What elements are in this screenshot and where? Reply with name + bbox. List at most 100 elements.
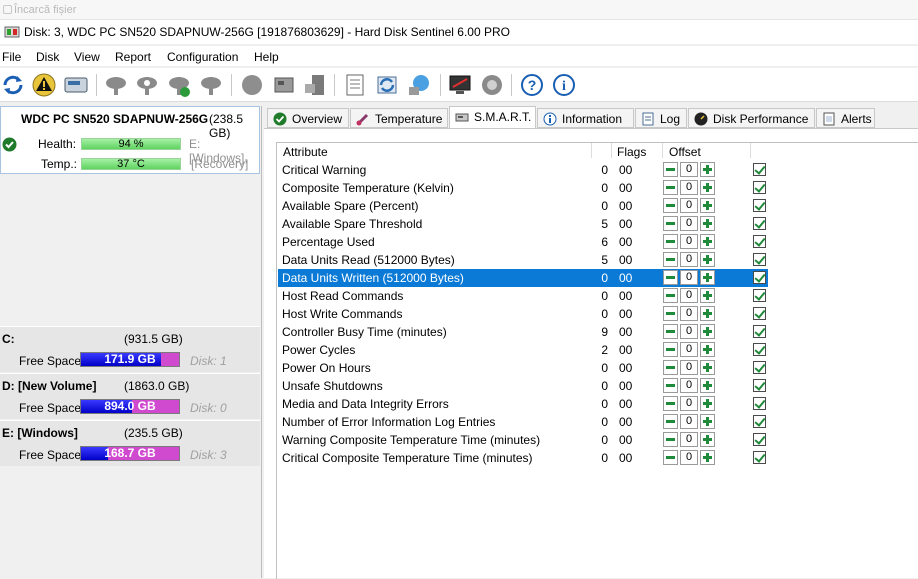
attribute-enabled-checkbox[interactable]: [753, 217, 766, 230]
tab-temperature[interactable]: Temperature: [350, 108, 448, 128]
offset-decrease-button[interactable]: [663, 216, 678, 231]
attribute-enabled-checkbox[interactable]: [753, 397, 766, 410]
disk-card[interactable]: WDC PC SN520 SDAPNUW-256G (238.5 GB) Hea…: [0, 106, 260, 174]
attribute-enabled-checkbox[interactable]: [753, 163, 766, 176]
offset-decrease-button[interactable]: [663, 306, 678, 321]
offset-increase-button[interactable]: [700, 450, 715, 465]
disk-icon[interactable]: [63, 72, 89, 98]
attribute-enabled-checkbox[interactable]: [753, 343, 766, 356]
offset-increase-button[interactable]: [700, 180, 715, 195]
send-icon[interactable]: [374, 72, 400, 98]
volume-d[interactable]: D: [New Volume] (1863.0 GB) Free Space 8…: [0, 373, 260, 419]
offset-increase-button[interactable]: [700, 324, 715, 339]
offset-decrease-button[interactable]: [663, 324, 678, 339]
refresh-icon[interactable]: [0, 72, 26, 98]
attribute-enabled-checkbox[interactable]: [753, 181, 766, 194]
attribute-enabled-checkbox[interactable]: [753, 199, 766, 212]
offset-increase-button[interactable]: [700, 216, 715, 231]
test-ok-icon[interactable]: [166, 72, 192, 98]
menu-help[interactable]: Help: [254, 50, 279, 64]
offset-increase-button[interactable]: [700, 288, 715, 303]
offset-decrease-button[interactable]: [663, 378, 678, 393]
tab-alerts[interactable]: Alerts: [816, 108, 875, 128]
offset-value[interactable]: 0: [680, 180, 698, 195]
menu-configuration[interactable]: Configuration: [167, 50, 238, 64]
offset-value[interactable]: 0: [680, 450, 698, 465]
menu-view[interactable]: View: [74, 50, 100, 64]
menu-report[interactable]: Report: [115, 50, 151, 64]
monitor-icon[interactable]: [447, 72, 473, 98]
offset-value[interactable]: 0: [680, 396, 698, 411]
menu-file[interactable]: File: [2, 50, 21, 64]
offset-value[interactable]: 0: [680, 216, 698, 231]
tab-log[interactable]: Log: [635, 108, 687, 128]
report-icon[interactable]: [342, 72, 368, 98]
tab-overview[interactable]: Overview: [267, 108, 349, 128]
offset-value[interactable]: 0: [680, 324, 698, 339]
offset-value[interactable]: 0: [680, 342, 698, 357]
offset-decrease-button[interactable]: [663, 180, 678, 195]
offset-increase-button[interactable]: [700, 360, 715, 375]
test-icon[interactable]: [198, 72, 224, 98]
offset-decrease-button[interactable]: [663, 360, 678, 375]
offset-value[interactable]: 0: [680, 288, 698, 303]
offset-increase-button[interactable]: [700, 306, 715, 321]
offset-increase-button[interactable]: [700, 198, 715, 213]
attribute-enabled-checkbox[interactable]: [753, 325, 766, 338]
offset-value[interactable]: 0: [680, 252, 698, 267]
tab-smart[interactable]: S.M.A.R.T.: [449, 106, 536, 129]
offset-value[interactable]: 0: [680, 198, 698, 213]
offset-decrease-button[interactable]: [663, 396, 678, 411]
attribute-enabled-checkbox[interactable]: [753, 379, 766, 392]
sound-icon[interactable]: [479, 72, 505, 98]
volume-e[interactable]: E: [Windows] (235.5 GB) Free Space 168.7…: [0, 420, 260, 466]
hdd-icon[interactable]: [271, 72, 297, 98]
attribute-enabled-checkbox[interactable]: [753, 433, 766, 446]
offset-decrease-button[interactable]: [663, 162, 678, 177]
offset-decrease-button[interactable]: [663, 414, 678, 429]
blob-icon[interactable]: [239, 72, 265, 98]
offset-decrease-button[interactable]: [663, 450, 678, 465]
attribute-enabled-checkbox[interactable]: [753, 451, 766, 464]
attribute-enabled-checkbox[interactable]: [753, 235, 766, 248]
offset-increase-button[interactable]: [700, 162, 715, 177]
offset-value[interactable]: 0: [680, 432, 698, 447]
network-icon[interactable]: [406, 72, 432, 98]
offset-decrease-button[interactable]: [663, 342, 678, 357]
offset-increase-button[interactable]: [700, 378, 715, 393]
pc-icon[interactable]: [302, 72, 328, 98]
attribute-enabled-checkbox[interactable]: [753, 271, 766, 284]
offset-value[interactable]: 0: [680, 234, 698, 249]
offset-value[interactable]: 0: [680, 378, 698, 393]
offset-value[interactable]: 0: [680, 414, 698, 429]
offset-decrease-button[interactable]: [663, 270, 678, 285]
offset-increase-button[interactable]: [700, 270, 715, 285]
attribute-enabled-checkbox[interactable]: [753, 361, 766, 374]
menu-disk[interactable]: Disk: [36, 50, 59, 64]
offset-increase-button[interactable]: [700, 234, 715, 249]
tab-disk-performance[interactable]: Disk Performance: [688, 108, 815, 128]
help-icon[interactable]: ?: [519, 72, 545, 98]
info-icon[interactable]: i: [551, 72, 577, 98]
offset-decrease-button[interactable]: [663, 432, 678, 447]
tab-information[interactable]: Information: [537, 108, 634, 128]
offset-increase-button[interactable]: [700, 342, 715, 357]
offset-value[interactable]: 0: [680, 306, 698, 321]
offset-decrease-button[interactable]: [663, 288, 678, 303]
offset-decrease-button[interactable]: [663, 234, 678, 249]
attribute-enabled-checkbox[interactable]: [753, 253, 766, 266]
test-icon[interactable]: [134, 72, 160, 98]
offset-increase-button[interactable]: [700, 396, 715, 411]
offset-increase-button[interactable]: [700, 432, 715, 447]
alert-icon[interactable]: [31, 72, 57, 98]
offset-value[interactable]: 0: [680, 360, 698, 375]
attribute-enabled-checkbox[interactable]: [753, 289, 766, 302]
offset-increase-button[interactable]: [700, 414, 715, 429]
test-icon[interactable]: [103, 72, 129, 98]
attribute-enabled-checkbox[interactable]: [753, 415, 766, 428]
offset-value[interactable]: 0: [680, 270, 698, 285]
attribute-enabled-checkbox[interactable]: [753, 307, 766, 320]
volume-c[interactable]: C: (931.5 GB) Free Space 171.9 GB Disk: …: [0, 326, 260, 372]
offset-decrease-button[interactable]: [663, 252, 678, 267]
offset-value[interactable]: 0: [680, 162, 698, 177]
